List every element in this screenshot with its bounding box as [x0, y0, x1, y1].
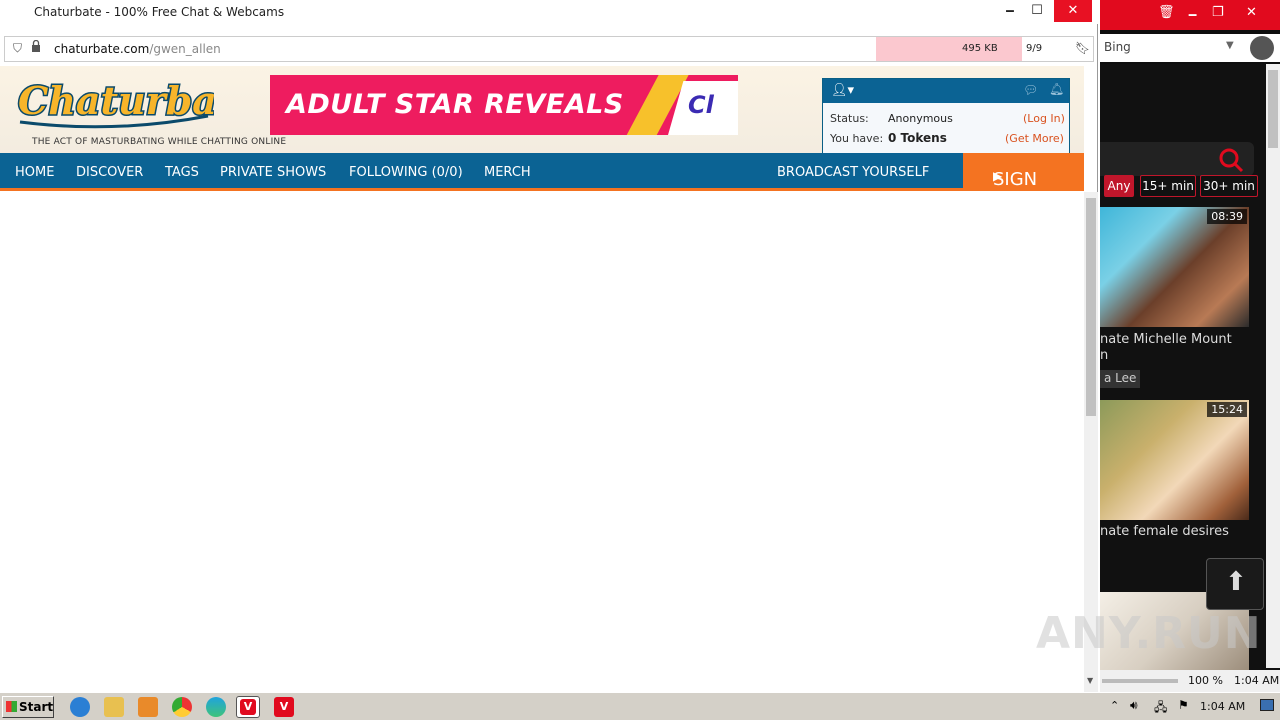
nav-discover[interactable]: DISCOVER [76, 165, 143, 180]
title-bar: Chaturbate - 100% Free Chat & Webcams 🗕 … [0, 0, 1098, 24]
taskbar-clock[interactable]: 1:04 AM [1200, 700, 1245, 713]
tray-chevron-icon[interactable]: ⌃ [1110, 699, 1119, 712]
search-engine-label: Bing [1104, 40, 1131, 54]
user-box-header: 👤︎▾ 💬︎ 🔔︎ [823, 79, 1069, 103]
start-button[interactable]: Start [2, 696, 54, 718]
user-info-box: 👤︎▾ 💬︎ 🔔︎ Status: Anonymous (Log In) You… [822, 78, 1070, 154]
url-text[interactable]: chaturbate.com/gwen_allen [54, 42, 221, 56]
filter-30-min[interactable]: 30+ min [1200, 175, 1258, 197]
nav-following[interactable]: FOLLOWING (0/0) [349, 165, 463, 180]
url-domain: chaturbate.com [54, 42, 150, 56]
video-title[interactable]: nate Michelle Mount [1100, 332, 1232, 347]
flag-icon[interactable]: ⚑ [1178, 698, 1189, 712]
nav-broadcast[interactable]: BROADCAST YOURSELF [777, 165, 929, 180]
user-icon[interactable]: 👤︎▾ [831, 83, 854, 98]
page-size-indicator: 495 KB 9/9 [876, 37, 1042, 61]
anyrun-watermark: ANY.RUN [1036, 608, 1262, 659]
main-nav: HOME DISCOVER TAGS PRIVATE SHOWS FOLLOWI… [0, 153, 1084, 211]
video-duration: 15:24 [1207, 402, 1247, 417]
lock-icon [32, 40, 40, 52]
site-header: Chaturbate THE ACT OF MASTURBATING WHILE… [0, 66, 1084, 154]
taskbar: Start V V ⌃ 🔊︎ 🖧 ⚑ 1:04 AM [0, 692, 1280, 720]
video-title[interactable]: nate female desires [1100, 524, 1229, 539]
close-icon[interactable]: ✕ [1246, 5, 1257, 20]
logo-text: Chaturbate [18, 78, 214, 123]
secondary-scrollbar[interactable] [1266, 64, 1280, 668]
status-clock: 1:04 AM [1234, 674, 1280, 687]
signup-button[interactable]: SIGN UP ▶ [963, 153, 1084, 211]
maximize-button[interactable]: ☐ [1022, 0, 1052, 22]
filter-15-min[interactable]: 15+ min [1140, 175, 1196, 197]
status-label: Status: [830, 112, 869, 125]
nav-tags[interactable]: TAGS [165, 165, 199, 180]
nav-home[interactable]: HOME [15, 165, 54, 180]
scrollbar-thumb[interactable] [1086, 198, 1096, 416]
arrow-up-icon: ⬆ [1225, 567, 1247, 597]
ie-icon[interactable] [70, 697, 90, 717]
secondary-browser-window: 🗑︎ 🗕 ❐ ✕ Bing ▼ Any 15+ min 30+ min 08:3… [1100, 0, 1280, 692]
close-button[interactable]: ✕ [1054, 0, 1092, 22]
back-to-top-button[interactable]: ⬆ [1206, 558, 1264, 610]
login-link[interactable]: (Log In) [1023, 112, 1065, 125]
bell-icon[interactable]: 🔔︎ [1049, 82, 1064, 96]
windows-logo-icon [6, 701, 17, 712]
media-player-icon[interactable] [138, 697, 158, 717]
bookmark-icon[interactable]: 🔖︎ [1075, 41, 1090, 55]
filter-any[interactable]: Any [1104, 175, 1134, 197]
vivaldi-icon[interactable]: V [274, 697, 294, 717]
search-engine-bar[interactable]: Bing ▼ [1100, 34, 1280, 62]
folder-icon[interactable] [104, 697, 124, 717]
tokens-value: 0 Tokens [888, 131, 947, 145]
shield-icon[interactable]: ⛉ [13, 41, 22, 56]
url-path: /gwen_allen [149, 42, 221, 56]
minimize-button[interactable]: 🗕 [995, 0, 1025, 22]
profile-avatar[interactable] [1250, 36, 1274, 60]
zoom-level[interactable]: 100 % [1188, 674, 1223, 687]
address-bar[interactable]: ⛉ chaturbate.com/gwen_allen 495 KB 9/9 🔖… [4, 36, 1094, 62]
tokens-label: You have: [830, 132, 884, 145]
video-title-cont[interactable]: n [1100, 348, 1108, 363]
secondary-scrollbar-thumb[interactable] [1268, 70, 1278, 148]
video-thumbnail[interactable]: 15:24 [1100, 400, 1249, 520]
video-thumbnail[interactable]: 08:39 [1100, 207, 1249, 327]
window-title: Chaturbate - 100% Free Chat & Webcams [34, 5, 285, 19]
trash-icon[interactable]: 🗑︎ [1158, 5, 1175, 20]
chevron-down-icon[interactable]: ▼ [1226, 40, 1234, 51]
video-duration: 08:39 [1207, 209, 1247, 224]
page-size: 495 KB [962, 43, 998, 54]
video-tag[interactable]: a Lee [1100, 370, 1141, 388]
secondary-title-bar: 🗑︎ 🗕 ❐ ✕ [1100, 0, 1280, 30]
chat-icon[interactable]: 💬︎ [1023, 83, 1038, 97]
chaturbate-logo[interactable]: Chaturbate [14, 72, 214, 130]
zoom-slider[interactable] [1102, 679, 1178, 683]
banner-badge-text: Cl [688, 91, 714, 119]
browser-window: Chaturbate - 100% Free Chat & Webcams 🗕 … [0, 0, 1098, 692]
site-tagline: THE ACT OF MASTURBATING WHILE CHATTING O… [32, 137, 287, 147]
network-icon[interactable]: 🖧 [1154, 698, 1167, 719]
secondary-status-bar: 100 % 1:04 AM [1100, 670, 1280, 692]
edge-icon[interactable] [206, 697, 226, 717]
vivaldi-active-icon[interactable]: V [236, 696, 260, 718]
resource-count: 9/9 [1026, 43, 1043, 54]
minimize-icon[interactable]: 🗕 [1188, 5, 1197, 27]
get-more-link[interactable]: (Get More) [1005, 132, 1064, 145]
search-icon[interactable] [1218, 147, 1244, 173]
banner-text: ADULT STAR REVEALS [286, 89, 624, 120]
speaker-icon[interactable]: 🔊︎ [1130, 698, 1138, 713]
nav-private-shows[interactable]: PRIVATE SHOWS [220, 165, 326, 180]
chrome-icon[interactable] [172, 697, 192, 717]
status-value: Anonymous [888, 112, 953, 125]
video-search-box[interactable] [1100, 142, 1254, 176]
nav-merch[interactable]: MERCH [484, 165, 531, 180]
start-label: Start [19, 700, 54, 714]
ad-banner[interactable]: ADULT STAR REVEALS Cl [270, 75, 738, 135]
restore-icon[interactable]: ❐ [1212, 5, 1224, 20]
scroll-down-arrow-icon[interactable]: ▼ [1087, 676, 1093, 685]
caret-right-icon: ▶ [993, 169, 1003, 183]
show-desktop-icon[interactable] [1260, 699, 1274, 711]
